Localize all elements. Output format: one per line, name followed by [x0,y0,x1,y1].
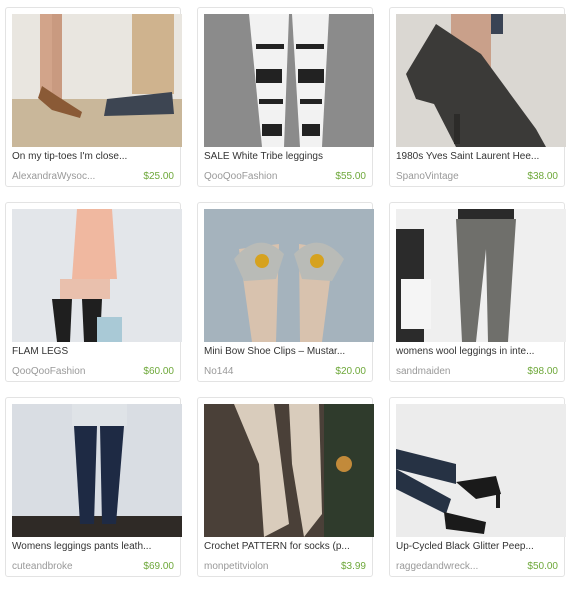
listing-shop[interactable]: No144 [204,366,233,377]
listing-shop[interactable]: cuteandbroke [12,561,73,572]
listing-card[interactable]: Mini Bow Shoe Clips – Mustar... No144 $2… [197,202,374,382]
listing-title[interactable]: Mini Bow Shoe Clips – Mustar... [204,346,368,357]
listing-card[interactable]: Up-Cycled Black Glitter Peep... raggedan… [389,397,566,577]
listing-image-shoe-clips[interactable] [204,209,374,342]
listing-price: $55.00 [335,171,366,182]
listing-image-crochet-socks[interactable] [204,404,374,537]
listing-title[interactable]: Womens leggings pants leath... [12,541,176,552]
listing-shop[interactable]: sandmaiden [396,366,450,377]
listing-shop[interactable]: QooQooFashion [204,171,277,182]
listing-image-wool-leggings[interactable] [396,209,566,342]
listing-title[interactable]: womens wool leggings in inte... [396,346,560,357]
listing-card[interactable]: 1980s Yves Saint Laurent Hee... SpanoVin… [389,7,566,187]
listing-shop[interactable]: QooQooFashion [12,366,85,377]
listing-title[interactable]: 1980s Yves Saint Laurent Hee... [396,151,560,162]
listing-price: $60.00 [143,366,174,377]
listing-shop[interactable]: AlexandraWysoc... [12,171,95,182]
listing-title[interactable]: FLAM LEGS [12,346,176,357]
listing-price: $38.00 [527,171,558,182]
listing-title[interactable]: SALE White Tribe leggings [204,151,368,162]
listing-image-ysl-heels[interactable] [396,14,566,147]
listing-grid: On my tip-toes I'm close... AlexandraWys… [0,0,574,589]
listing-title[interactable]: On my tip-toes I'm close... [12,151,176,162]
listing-card[interactable]: Womens leggings pants leath... cuteandbr… [5,397,182,577]
listing-price: $20.00 [335,366,366,377]
listing-price: $3.99 [340,561,366,572]
listing-card[interactable]: womens wool leggings in inte... sandmaid… [389,202,566,382]
listing-image-tribe-leggings[interactable] [204,14,374,147]
listing-price: $25.00 [143,171,174,182]
listing-card[interactable]: SALE White Tribe leggings QooQooFashion … [197,7,374,187]
listing-price: $98.00 [527,366,558,377]
listing-image-glitter-peep-toe[interactable] [396,404,566,537]
listing-price: $50.00 [527,561,558,572]
listing-card[interactable]: FLAM LEGS QooQooFashion $60.00 [5,202,182,382]
listing-price: $69.00 [143,561,174,572]
listing-title[interactable]: Crochet PATTERN for socks (p... [204,541,368,552]
listing-card[interactable]: On my tip-toes I'm close... AlexandraWys… [5,7,182,187]
listing-card[interactable]: Crochet PATTERN for socks (p... monpetit… [197,397,374,577]
listing-shop[interactable]: SpanoVintage [396,171,459,182]
listing-title[interactable]: Up-Cycled Black Glitter Peep... [396,541,560,552]
listing-shop[interactable]: raggedandwreck... [396,561,478,572]
listing-image-shoes-couple[interactable] [12,14,182,147]
listing-image-flam-legs[interactable] [12,209,182,342]
listing-image-leather-leggings[interactable] [12,404,182,537]
listing-shop[interactable]: monpetitviolon [204,561,268,572]
